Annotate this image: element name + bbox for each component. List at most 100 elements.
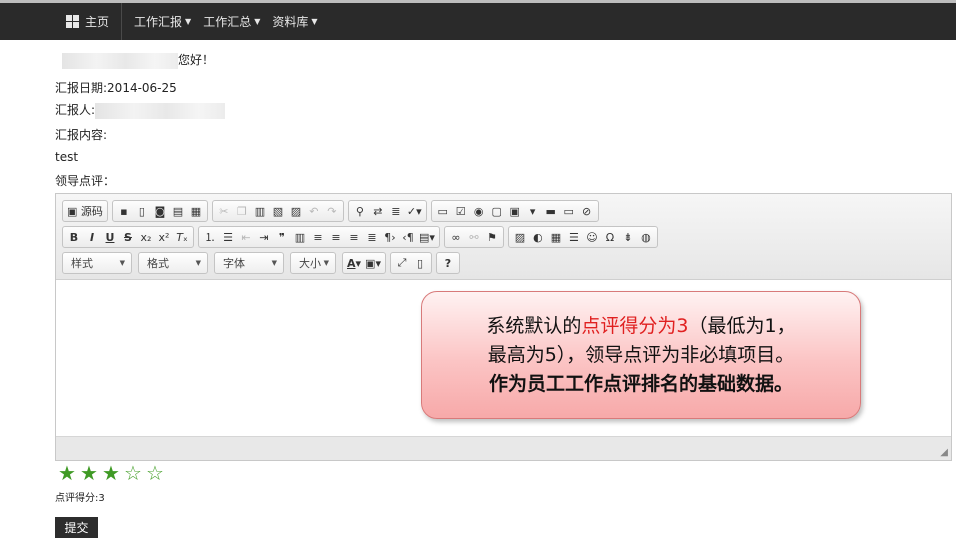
bold-icon[interactable]: B: [65, 228, 83, 246]
link-icon[interactable]: ∞: [447, 228, 465, 246]
rating-score-text: 点评得分:3: [55, 493, 105, 504]
outdent-icon[interactable]: ⇤: [237, 228, 255, 246]
source-label: 源码: [80, 205, 103, 218]
form-icon[interactable]: ▭: [434, 202, 452, 220]
nav-home[interactable]: 主页: [0, 3, 123, 40]
background-color-icon[interactable]: ▣▾: [363, 254, 383, 272]
page-break-icon[interactable]: ⇟: [619, 228, 637, 246]
numbered-list-icon[interactable]: ⒈: [201, 228, 219, 246]
spellcheck-icon[interactable]: ✓▾: [405, 202, 424, 220]
nav-work-report[interactable]: 工作汇报 ▼: [128, 3, 197, 40]
paste-icon[interactable]: ▥: [251, 202, 269, 220]
smiley-icon[interactable]: ☺: [583, 228, 601, 246]
image-button-icon[interactable]: ▭: [560, 202, 578, 220]
save-icon[interactable]: ▪: [115, 202, 133, 220]
button-field-icon[interactable]: ▬: [542, 202, 560, 220]
image-icon[interactable]: ▨: [511, 228, 529, 246]
chevron-down-icon: ▼: [271, 259, 277, 267]
superscript-icon[interactable]: x²: [155, 228, 173, 246]
create-div-icon[interactable]: ▥: [291, 228, 309, 246]
source-button[interactable]: ▣ 源码: [65, 202, 105, 220]
special-char-icon[interactable]: Ω: [601, 228, 619, 246]
toolbar-group-insert: ▨ ◐ ▦ ☰ ☺ Ω ⇟ ◍: [507, 226, 658, 248]
flash-icon[interactable]: ◐: [529, 228, 547, 246]
callout-line-1-a: 系统默认的: [486, 315, 582, 337]
find-icon[interactable]: ⚲: [351, 202, 369, 220]
replace-icon[interactable]: ⇄: [369, 202, 387, 220]
italic-icon[interactable]: I: [83, 228, 101, 246]
star-empty-icon[interactable]: ☆: [122, 462, 144, 484]
home-grid-icon: [66, 15, 79, 28]
align-right-icon[interactable]: ≡: [345, 228, 363, 246]
font-combo-label: 字体: [223, 257, 245, 270]
chevron-down-icon: ▼: [254, 17, 261, 26]
new-page-icon[interactable]: ▯: [133, 202, 151, 220]
callout-line-3: 作为员工工作点评排名的基础数据。: [488, 373, 793, 395]
hidden-field-icon[interactable]: ⊘: [578, 202, 596, 220]
toolbar-group-paragraph: ⒈ ☰ ⇤ ⇥ ❞ ▥ ≡ ≡ ≡ ≣ ¶› ‹¶ ▤▾: [198, 226, 440, 248]
toolbar-row-1: ▣ 源码 ▪ ▯ ◙ ▤ ▦ ✂ ❐ ▥ ▧ ▨ ↶ ↷ ⚲ ⇄ ≣ ✓▾ ▭ …: [62, 198, 945, 224]
show-blocks-icon[interactable]: ▯: [411, 254, 429, 272]
star-empty-icon[interactable]: ☆: [144, 462, 166, 484]
toolbar-group-links: ∞ ⚯ ⚑: [443, 226, 504, 248]
nav-work-report-label: 工作汇报: [134, 15, 183, 29]
bulleted-list-icon[interactable]: ☰: [219, 228, 237, 246]
format-combo[interactable]: 格式 ▼: [138, 252, 208, 274]
horizontal-rule-icon[interactable]: ☰: [565, 228, 583, 246]
nav-work-summary[interactable]: 工作汇总 ▼: [197, 3, 266, 40]
star-filled-icon[interactable]: ★: [100, 462, 122, 484]
iframe-icon[interactable]: ◍: [637, 228, 655, 246]
text-color-icon[interactable]: A ▾: [345, 254, 363, 272]
style-combo[interactable]: 样式 ▼: [62, 252, 132, 274]
remove-format-icon[interactable]: Tₓ: [173, 228, 191, 246]
star-filled-icon[interactable]: ★: [56, 462, 78, 484]
style-combo-label: 样式: [71, 257, 93, 270]
report-date-line: 汇报日期:2014-06-25: [55, 79, 177, 96]
table-icon[interactable]: ▦: [547, 228, 565, 246]
nav-library[interactable]: 资料库 ▼: [266, 3, 323, 40]
select-all-icon[interactable]: ≣: [387, 202, 405, 220]
print-icon[interactable]: ▤: [169, 202, 187, 220]
select-field-icon[interactable]: ▾: [524, 202, 542, 220]
nav-home-label: 主页: [85, 15, 110, 29]
templates-icon[interactable]: ▦: [187, 202, 205, 220]
checkbox-icon[interactable]: ☑: [452, 202, 470, 220]
align-center-icon[interactable]: ≡: [327, 228, 345, 246]
font-combo[interactable]: 字体 ▼: [214, 252, 284, 274]
size-combo-label: 大小: [299, 257, 321, 270]
help-icon[interactable]: ?: [439, 254, 457, 272]
copy-icon[interactable]: ❐: [233, 202, 251, 220]
preview-icon[interactable]: ◙: [151, 202, 169, 220]
editor-statusbar: ◢: [56, 436, 951, 460]
resize-handle-icon[interactable]: ◢: [940, 447, 948, 458]
subscript-icon[interactable]: x₂: [137, 228, 155, 246]
undo-icon[interactable]: ↶: [305, 202, 323, 220]
paste-word-icon[interactable]: ▨: [287, 202, 305, 220]
top-navbar: 主页 工作汇报 ▼ 工作汇总 ▼ 资料库 ▼: [0, 0, 956, 40]
paste-text-icon[interactable]: ▧: [269, 202, 287, 220]
ltr-icon[interactable]: ¶›: [381, 228, 399, 246]
redacted-reporter-name: [95, 102, 226, 119]
star-filled-icon[interactable]: ★: [78, 462, 100, 484]
align-left-icon[interactable]: ≡: [309, 228, 327, 246]
cut-icon[interactable]: ✂: [215, 202, 233, 220]
redo-icon[interactable]: ↷: [323, 202, 341, 220]
toolbar-group-source: ▣ 源码: [62, 200, 108, 222]
underline-icon[interactable]: U: [101, 228, 119, 246]
unlink-icon[interactable]: ⚯: [465, 228, 483, 246]
align-justify-icon[interactable]: ≣: [363, 228, 381, 246]
anchor-icon[interactable]: ⚑: [483, 228, 501, 246]
language-icon[interactable]: ▤▾: [417, 228, 437, 246]
textarea-icon[interactable]: ▣: [506, 202, 524, 220]
report-content-value: test: [55, 150, 79, 164]
strikethrough-icon[interactable]: S: [119, 228, 137, 246]
blockquote-icon[interactable]: ❞: [273, 228, 291, 246]
submit-button[interactable]: 提交: [55, 517, 98, 538]
radio-icon[interactable]: ◉: [470, 202, 488, 220]
indent-icon[interactable]: ⇥: [255, 228, 273, 246]
maximize-icon[interactable]: ⤢: [393, 254, 411, 272]
size-combo[interactable]: 大小 ▼: [290, 252, 336, 274]
chevron-down-icon: ▼: [185, 17, 192, 26]
rtl-icon[interactable]: ‹¶: [399, 228, 417, 246]
textfield-icon[interactable]: ▢: [488, 202, 506, 220]
